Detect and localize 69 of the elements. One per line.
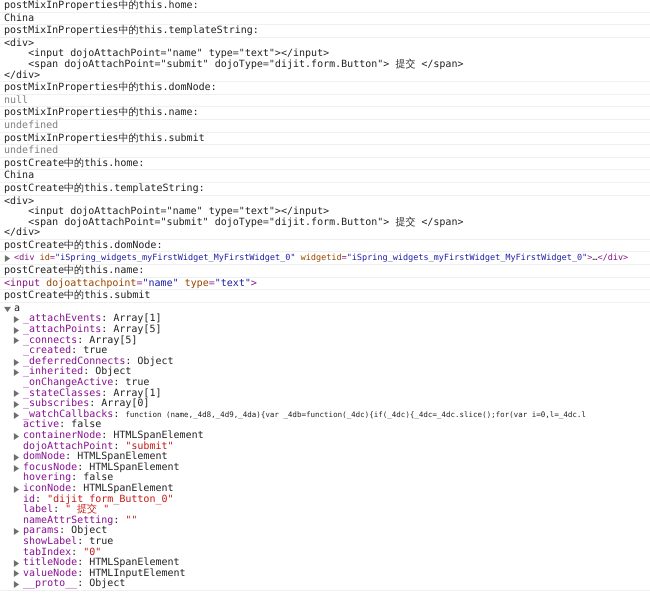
object-property[interactable]: _subscribes: Array[0] xyxy=(23,399,150,410)
expand-triangle-icon[interactable] xyxy=(13,390,20,398)
expand-triangle-icon[interactable] xyxy=(13,337,20,344)
expand-triangle-icon[interactable] xyxy=(13,432,20,440)
expand-triangle-icon[interactable] xyxy=(13,412,20,419)
object-property[interactable]: __proto__: Object xyxy=(23,579,126,590)
log-message: postMixInProperties中的this.submit xyxy=(4,132,205,144)
log-message: postMixInProperties中的this.home: xyxy=(4,0,199,11)
code-line: <input dojoAttachPoint="name" type="text"></input> xyxy=(27,49,330,60)
log-message: postMixInProperties中的this.domNode: xyxy=(4,82,217,94)
object-property: dojoAttachPoint: "submit" xyxy=(23,442,174,452)
code-line: </div> xyxy=(4,70,40,82)
object-property[interactable]: _attachPoints: Array[5] xyxy=(23,325,162,336)
log-value: undefined xyxy=(4,120,58,131)
object-property: hovering: false xyxy=(23,473,114,484)
expand-triangle-icon[interactable] xyxy=(13,358,20,366)
object-property: _created: true xyxy=(23,346,108,356)
object-property[interactable]: _attachEvents: Array[1] xyxy=(23,314,162,326)
code-line: </div> xyxy=(4,228,40,239)
object-property[interactable]: titleNode: HTMLSpanElement xyxy=(23,558,180,569)
log-message: postCreate中的this.name: xyxy=(4,265,144,276)
expand-triangle-icon[interactable] xyxy=(13,464,20,472)
object-name[interactable]: a xyxy=(14,304,20,314)
expand-triangle-icon[interactable] xyxy=(4,255,11,262)
log-message: postMixInProperties中的this.name: xyxy=(4,107,199,118)
object-property: tabIndex: "0" xyxy=(23,548,102,558)
log-message: China xyxy=(4,12,34,24)
code-line: <span dojoAttachPoint="submit" dojoType="dijit.form.Button"> 提交 </span> xyxy=(27,60,464,70)
expand-triangle-icon[interactable] xyxy=(13,326,20,334)
expand-triangle-icon[interactable] xyxy=(13,316,20,324)
object-property[interactable]: _deferredConnects: Object xyxy=(23,356,174,368)
dom-element-node[interactable]: <input dojoattachpoint="name" type="text"> xyxy=(4,278,257,289)
log-message: postMixInProperties中的this.templateString: xyxy=(4,25,259,36)
object-property[interactable]: containerNode: HTMLSpanElement xyxy=(23,430,204,442)
expand-triangle-icon[interactable] xyxy=(13,560,20,567)
object-property[interactable]: focusNode: HTMLSpanElement xyxy=(23,462,180,474)
object-property: nameAttrSetting: "" xyxy=(23,516,138,526)
object-property[interactable]: _inherited: Object xyxy=(23,367,132,378)
code-line: <div> xyxy=(4,196,34,206)
collapse-triangle-icon[interactable] xyxy=(4,306,11,313)
expand-triangle-icon[interactable] xyxy=(13,528,20,536)
log-message: postCreate中的this.domNode: xyxy=(4,240,162,251)
expand-triangle-icon[interactable] xyxy=(13,486,20,493)
code-line: <span dojoAttachPoint="submit" dojoType="dijit.form.Button"> 提交 </span> xyxy=(28,218,464,228)
object-property: showLabel: true xyxy=(23,536,114,547)
object-property[interactable]: iconNode: HTMLSpanElement xyxy=(23,484,174,495)
object-property[interactable]: valueNode: HTMLInputElement xyxy=(23,568,186,580)
log-message: postCreate中的this.templateString: xyxy=(4,182,205,194)
expand-triangle-icon[interactable] xyxy=(13,454,20,461)
expand-triangle-icon[interactable] xyxy=(13,400,20,408)
object-property: active: false xyxy=(23,420,102,430)
log-message: China xyxy=(4,170,34,182)
expand-triangle-icon[interactable] xyxy=(13,581,20,588)
code-line: <input dojoAttachPoint="name" type="text"></input> xyxy=(27,207,330,218)
object-property[interactable]: _stateClasses: Array[1] xyxy=(23,388,162,400)
log-value: null xyxy=(4,94,28,106)
expand-triangle-icon[interactable] xyxy=(13,369,20,376)
dom-element-node[interactable]: <div id="iSpring_widgets_myFirstWidget_MyFirstWidget_0" widgetid="iSpring_widgets_myFirstWidget_MyFirstWidget_0">…</div> xyxy=(14,253,628,264)
object-property: label: " 提交 " xyxy=(23,505,110,516)
object-property[interactable]: params: Object xyxy=(23,526,108,537)
object-property: id: "dijit_form_Button_0" xyxy=(23,494,174,505)
log-value: undefined xyxy=(4,145,58,156)
object-property[interactable]: domNode: HTMLSpanElement xyxy=(23,452,168,463)
code-line: <div> xyxy=(4,38,34,49)
expand-triangle-icon[interactable] xyxy=(13,570,20,578)
log-message: postCreate中的this.submit xyxy=(4,290,150,302)
object-property[interactable]: _connects: Array[5] xyxy=(23,336,138,346)
log-message: postCreate中的this.home: xyxy=(4,158,144,169)
object-property: _onChangeActive: true xyxy=(23,378,150,388)
